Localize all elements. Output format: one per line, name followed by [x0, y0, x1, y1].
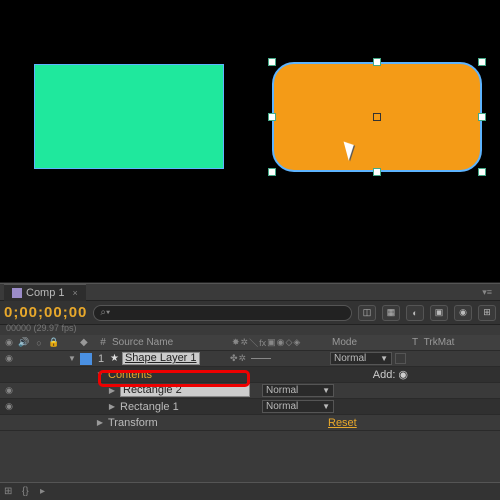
video-toggle[interactable]: ◉	[2, 401, 16, 413]
mode-value: Normal	[334, 353, 366, 364]
preserve-transparency-toggle[interactable]	[395, 353, 406, 364]
comp-tab[interactable]: Comp 1 ×	[4, 284, 86, 301]
shape-group-name[interactable]: Rectangle 1	[120, 401, 250, 413]
selection-handle[interactable]	[373, 168, 381, 176]
header-index: #	[94, 337, 112, 348]
layer-search-input[interactable]: ⌕▾	[93, 305, 352, 321]
brackets-icon[interactable]: {}	[22, 486, 34, 498]
composition-icon	[12, 288, 22, 298]
video-column-icon: ◉	[2, 337, 16, 349]
label-column-icon: ◆	[80, 337, 94, 348]
switches-header: ✸✲＼fx▣◉◇◈	[232, 336, 332, 349]
solo-toggle[interactable]	[32, 353, 46, 365]
transform-group-row[interactable]: ▶ Transform Reset	[0, 415, 500, 431]
selection-handle[interactable]	[373, 58, 381, 66]
shape-layer-row[interactable]: ◉ ▼ 1 ★ Shape Layer 1 ✤✲ Normal ▼	[0, 351, 500, 367]
header-mode: Mode	[332, 337, 412, 348]
selection-handle[interactable]	[268, 113, 276, 121]
chevron-down-icon: ▼	[380, 354, 388, 363]
audio-toggle[interactable]	[17, 353, 31, 365]
lock-toggle[interactable]	[47, 353, 61, 365]
toggle-pane-icon[interactable]: ▸	[40, 486, 52, 498]
blend-mode-dropdown[interactable]: Normal ▼	[262, 384, 334, 397]
anchor-point[interactable]	[373, 113, 381, 121]
timeline-controls: 0;00;00;00 ⌕▾ ◫ ▦ ◐ ▣ ◉ ⊞	[0, 301, 500, 325]
comp-tab-label: Comp 1	[26, 287, 65, 299]
lock-column-icon: 🔒	[47, 337, 61, 349]
chevron-down-icon: ▼	[322, 402, 330, 411]
blend-mode-dropdown[interactable]: Normal ▼	[262, 400, 334, 413]
selection-handle[interactable]	[478, 168, 486, 176]
header-trkmat: TrkMat	[424, 337, 455, 348]
search-icon: ⌕▾	[100, 307, 110, 318]
video-toggle[interactable]: ◉	[2, 385, 16, 397]
rectangle-1-row[interactable]: ◉ ▶ Rectangle 1 Normal ▼	[0, 399, 500, 415]
timeline-panel: Comp 1 × ▾≡ 0;00;00;00 ⌕▾ ◫ ▦ ◐ ▣ ◉ ⊞ 00…	[0, 282, 500, 500]
selection-handle[interactable]	[478, 113, 486, 121]
contents-label: Contents	[108, 369, 228, 381]
header-source-name[interactable]: Source Name	[112, 337, 232, 348]
timeline-tab-bar: Comp 1 × ▾≡	[0, 283, 500, 301]
frame-blend-button[interactable]: ▣	[430, 305, 448, 321]
current-timecode[interactable]: 0;00;00;00	[4, 304, 87, 321]
shape-group-name[interactable]: Rectangle 2	[120, 384, 250, 397]
twirl-right-icon[interactable]: ▶	[104, 402, 120, 411]
selection-handle[interactable]	[268, 168, 276, 176]
contents-group-row[interactable]: ▼ Contents Add: ◉	[0, 367, 500, 383]
toggle-switches-icon[interactable]: ⊞	[4, 486, 16, 498]
shy-button[interactable]: ◐	[406, 305, 424, 321]
layer-color-label[interactable]	[80, 353, 92, 365]
shape-layer-icon: ★	[110, 353, 119, 364]
draft3d-button[interactable]: ▦	[382, 305, 400, 321]
motion-blur-button[interactable]: ◉	[454, 305, 472, 321]
audio-column-icon: 🔊	[17, 337, 31, 349]
panel-menu-icon[interactable]: ▾≡	[482, 287, 492, 298]
layer-name[interactable]: Shape Layer 1	[122, 352, 200, 365]
twirl-down-icon[interactable]: ▼	[92, 370, 108, 379]
mode-value: Normal	[266, 385, 298, 396]
close-icon[interactable]: ×	[73, 288, 78, 298]
comp-mini-flowchart-button[interactable]: ◫	[358, 305, 376, 321]
add-menu-button[interactable]: ◉	[398, 368, 408, 381]
twirl-down-icon[interactable]: ▼	[64, 354, 80, 363]
video-toggle[interactable]: ◉	[2, 353, 16, 365]
column-headers: ◉ 🔊 ○ 🔒 ◆ # Source Name ✸✲＼fx▣◉◇◈ Mode T…	[0, 335, 500, 351]
composition-viewport[interactable]	[0, 0, 500, 282]
shape-green-rectangle[interactable]	[34, 64, 224, 169]
mode-value: Normal	[266, 401, 298, 412]
timeline-footer: ⊞ {} ▸	[0, 482, 500, 500]
twirl-right-icon[interactable]: ▶	[92, 418, 108, 427]
frames-label: 00000 (29.97 fps)	[0, 323, 500, 333]
chevron-down-icon: ▼	[322, 386, 330, 395]
layer-index: 1	[92, 353, 110, 365]
blend-mode-dropdown[interactable]: Normal ▼	[330, 352, 392, 365]
selection-handle[interactable]	[268, 58, 276, 66]
transform-label: Transform	[108, 417, 228, 429]
solo-column-icon: ○	[32, 337, 46, 349]
header-t: T	[412, 337, 418, 348]
graph-editor-button[interactable]: ⊞	[478, 305, 496, 321]
selection-handle[interactable]	[478, 58, 486, 66]
reset-button[interactable]: Reset	[328, 417, 357, 429]
add-label: Add:	[373, 369, 396, 381]
rectangle-2-row[interactable]: ◉ ▶ Rectangle 2 Normal ▼	[0, 383, 500, 399]
twirl-right-icon[interactable]: ▶	[104, 386, 120, 395]
